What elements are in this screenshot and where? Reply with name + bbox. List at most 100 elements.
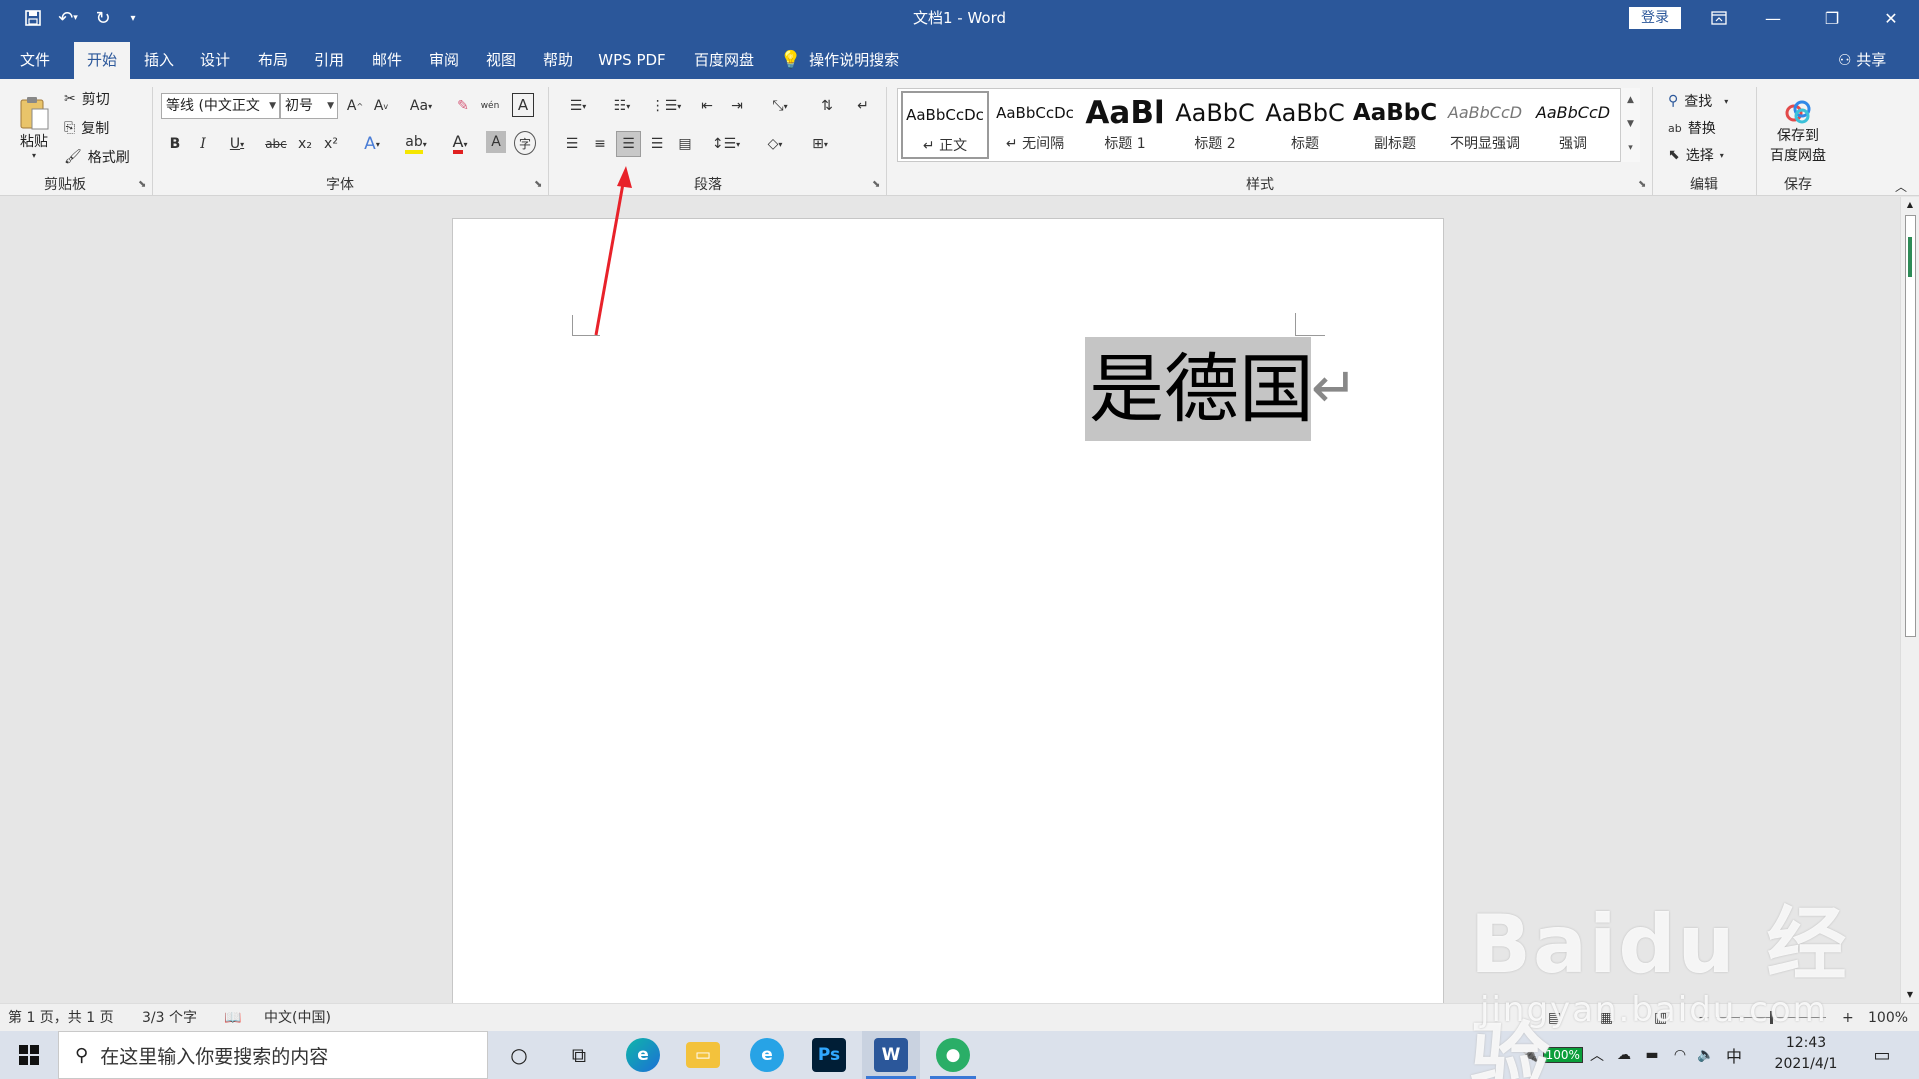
restore-icon[interactable]: ❐ bbox=[1803, 0, 1861, 36]
style-heading-2[interactable]: AaBbC 标题 2 bbox=[1171, 91, 1259, 159]
chevron-up-icon[interactable]: ▲ bbox=[1901, 197, 1919, 213]
multilevel-list-icon[interactable]: ⋮☰ ▾ bbox=[648, 93, 684, 119]
dialog-launcher-icon[interactable]: ⬊ bbox=[534, 179, 542, 190]
style-heading-1[interactable]: AaBl 标题 1 bbox=[1081, 91, 1169, 159]
copy-button[interactable]: ⎘ 复制 bbox=[64, 116, 109, 140]
style-subtitle[interactable]: AaBbC 副标题 bbox=[1351, 91, 1439, 159]
enclose-characters-icon[interactable]: 字 bbox=[514, 131, 536, 155]
edge-icon[interactable]: e bbox=[616, 1031, 670, 1079]
word-count[interactable]: 3/3 个字 bbox=[142, 1004, 197, 1032]
document-text[interactable]: 是德国 bbox=[1089, 337, 1314, 441]
save-to-baidu-button[interactable]: 保存到 百度网盘 bbox=[1762, 93, 1834, 171]
tab-view[interactable]: 视图 bbox=[478, 42, 524, 79]
undo-icon[interactable]: ↶ ▾ bbox=[48, 0, 88, 36]
pinyin-guide-icon[interactable]: wén bbox=[478, 93, 502, 119]
language[interactable]: 中文(中国) bbox=[264, 1004, 331, 1032]
scrollbar-thumb[interactable] bbox=[1905, 215, 1916, 637]
dialog-launcher-icon[interactable]: ⬊ bbox=[1638, 179, 1646, 190]
decrease-indent-icon[interactable]: ⇤ bbox=[694, 93, 720, 119]
wechat-icon[interactable]: ● bbox=[926, 1031, 980, 1079]
style-subtle-emphasis[interactable]: AaBbCcD 不明显强调 bbox=[1441, 91, 1529, 159]
bullets-icon[interactable]: ☰ ▾ bbox=[560, 93, 596, 119]
style-no-spacing[interactable]: AaBbCcDc ↵ 无间隔 bbox=[991, 91, 1079, 159]
tab-mailings[interactable]: 邮件 bbox=[364, 42, 410, 79]
more-styles-icon[interactable]: ▾ bbox=[1621, 136, 1640, 160]
word-taskbar-icon[interactable]: W bbox=[862, 1031, 920, 1079]
style-normal[interactable]: AaBbCcDc ↵ 正文 bbox=[901, 91, 989, 159]
font-size-combo[interactable]: 初号 ▼ bbox=[280, 93, 338, 119]
customize-icon[interactable]: ▾ bbox=[118, 0, 148, 36]
photoshop-icon[interactable]: Ps bbox=[802, 1031, 856, 1079]
tab-references[interactable]: 引用 bbox=[306, 42, 352, 79]
page-count[interactable]: 第 1 页，共 1 页 bbox=[8, 1004, 114, 1032]
chevron-up-icon[interactable]: ▲ bbox=[1621, 88, 1640, 112]
tab-baidu-netdisk[interactable]: 百度网盘 bbox=[684, 42, 764, 79]
shading-icon[interactable]: ◇ ▾ bbox=[756, 131, 794, 157]
style-title[interactable]: AaBbC 标题 bbox=[1261, 91, 1349, 159]
select-button[interactable]: ⬉ 选择 ▾ bbox=[1668, 143, 1724, 167]
minimize-icon[interactable]: — bbox=[1744, 0, 1802, 36]
italic-button[interactable]: I bbox=[192, 131, 214, 157]
clear-formatting-icon[interactable]: ✎ bbox=[452, 93, 474, 119]
subscript-button[interactable]: x₂ bbox=[294, 131, 316, 157]
ie-browser-icon[interactable]: e bbox=[740, 1031, 794, 1079]
increase-indent-icon[interactable]: ⇥ bbox=[724, 93, 750, 119]
login-button[interactable]: 登录 bbox=[1629, 7, 1681, 29]
align-right-icon[interactable]: ☰ bbox=[616, 131, 641, 157]
style-emphasis[interactable]: AaBbCcD 强调 bbox=[1531, 91, 1615, 159]
text-direction-icon[interactable]: ⤡ ▾ bbox=[762, 93, 798, 119]
character-border-icon[interactable]: A bbox=[512, 93, 534, 117]
chevron-down-icon[interactable]: ▼ bbox=[1621, 112, 1640, 136]
strikethrough-button[interactable]: abc bbox=[262, 131, 290, 157]
font-name-combo[interactable]: 等线 (中文正文 ▼ bbox=[161, 93, 280, 119]
proofing-icon[interactable]: 📖 bbox=[224, 1004, 241, 1032]
text-effects-icon[interactable]: A ▾ bbox=[356, 131, 388, 157]
tab-file[interactable]: 文件 bbox=[8, 42, 62, 79]
collapse-ribbon-icon[interactable]: ︿ bbox=[1892, 179, 1910, 194]
grow-font-icon[interactable]: A ^ bbox=[344, 93, 366, 119]
tell-me-search[interactable]: 💡 操作说明搜索 bbox=[780, 42, 912, 79]
task-view-icon[interactable]: ⧉ bbox=[554, 1031, 604, 1079]
justify-icon[interactable]: ☰ bbox=[645, 131, 669, 157]
save-icon[interactable] bbox=[18, 0, 48, 36]
tab-home[interactable]: 开始 bbox=[74, 42, 130, 79]
find-button[interactable]: ⚲ 查找 ▾ bbox=[1668, 89, 1728, 113]
ribbon-display-options-icon[interactable] bbox=[1690, 0, 1748, 36]
bold-button[interactable]: B bbox=[164, 131, 186, 157]
shrink-font-icon[interactable]: Av bbox=[370, 93, 392, 119]
align-center-icon[interactable]: ≡ bbox=[588, 131, 612, 157]
numbering-icon[interactable]: ☷ ▾ bbox=[604, 93, 640, 119]
tab-help[interactable]: 帮助 bbox=[535, 42, 581, 79]
borders-icon[interactable]: ⊞ ▾ bbox=[802, 131, 838, 157]
document-page[interactable]: 是德国 ↵ bbox=[452, 218, 1444, 1008]
replace-button[interactable]: ab 替换 bbox=[1668, 116, 1716, 140]
format-painter-button[interactable]: 🖌 格式刷 bbox=[64, 145, 130, 169]
redo-icon[interactable]: ↻ bbox=[88, 0, 118, 36]
taskbar-search[interactable]: ⚲ 在这里输入你要搜索的内容 bbox=[58, 1031, 488, 1079]
tab-wps-pdf[interactable]: WPS PDF bbox=[592, 42, 672, 79]
tab-insert[interactable]: 插入 bbox=[136, 42, 182, 79]
sort-icon[interactable]: ⇅ bbox=[814, 93, 840, 119]
highlight-color-icon[interactable]: ab ▾ bbox=[398, 131, 434, 157]
dialog-launcher-icon[interactable]: ⬊ bbox=[138, 179, 146, 190]
styles-scroll[interactable]: ▲ ▼ ▾ bbox=[1620, 88, 1640, 162]
cortana-icon[interactable]: ○ bbox=[494, 1031, 544, 1079]
close-icon[interactable]: ✕ bbox=[1862, 0, 1919, 36]
show-marks-icon[interactable]: ↵ bbox=[850, 93, 876, 119]
distributed-icon[interactable]: ▤ bbox=[673, 131, 697, 157]
share-button[interactable]: ⚇ 共享 bbox=[1838, 42, 1886, 79]
underline-button[interactable]: U ▾ bbox=[220, 131, 254, 157]
dialog-launcher-icon[interactable]: ⬊ bbox=[872, 179, 880, 190]
font-color-icon[interactable]: A ▾ bbox=[442, 131, 478, 157]
tab-design[interactable]: 设计 bbox=[192, 42, 238, 79]
tab-review[interactable]: 审阅 bbox=[421, 42, 467, 79]
character-shading-icon[interactable]: A bbox=[486, 131, 506, 153]
windows-start-icon[interactable] bbox=[0, 1031, 58, 1079]
align-left-icon[interactable]: ☰ bbox=[560, 131, 584, 157]
change-case-icon[interactable]: Aa ▾ bbox=[404, 93, 438, 119]
tab-layout[interactable]: 布局 bbox=[250, 42, 296, 79]
line-spacing-icon[interactable]: ↕☰ ▾ bbox=[708, 131, 744, 157]
superscript-button[interactable]: x² bbox=[320, 131, 342, 157]
cut-button[interactable]: ✂ 剪切 bbox=[64, 87, 110, 111]
paste-button[interactable]: 粘贴 ▾ bbox=[10, 87, 58, 167]
